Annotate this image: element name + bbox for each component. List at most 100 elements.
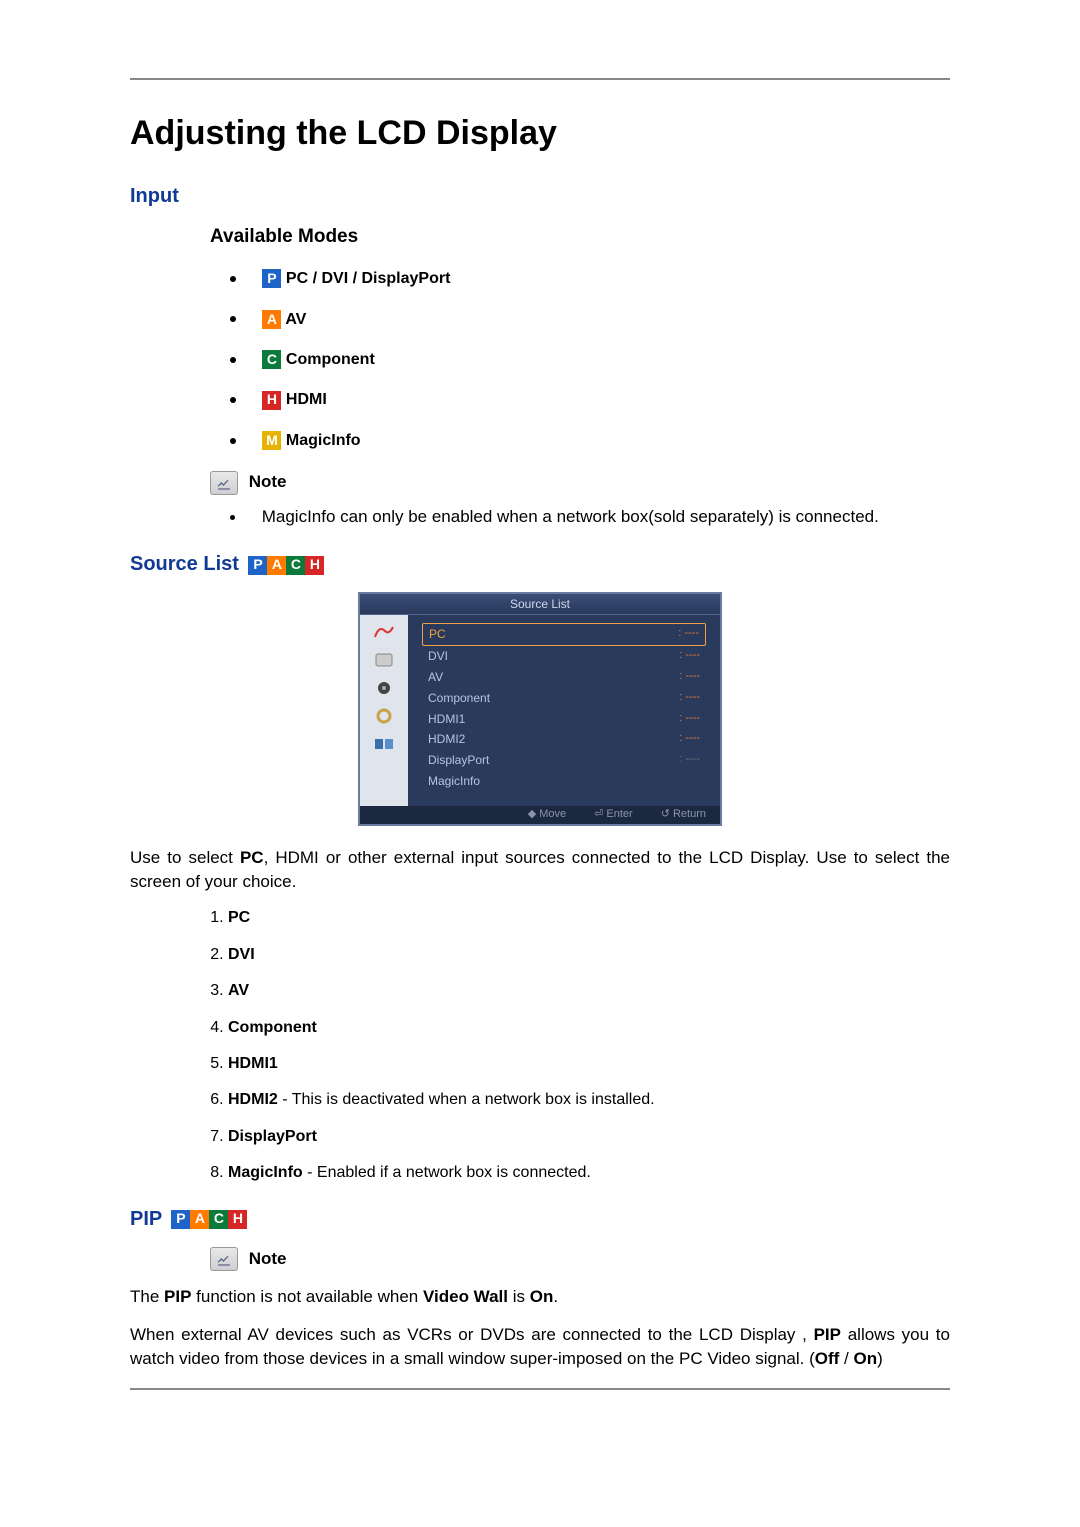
note-icon	[210, 471, 238, 495]
mode-badge-p-icon: P	[248, 556, 267, 575]
osd-main: PC: ---- DVI: ---- AV: ---- Component: -…	[408, 615, 720, 805]
text-bold: On	[853, 1349, 877, 1368]
osd-row: MagicInfo	[422, 771, 706, 792]
text: /	[839, 1349, 853, 1368]
note-text: MagicInfo can only be enabled when a net…	[262, 507, 879, 526]
text: )	[877, 1349, 883, 1368]
section-pip-label: PIP	[130, 1208, 162, 1230]
item-lead: Component	[228, 1019, 317, 1036]
note-label: Note	[249, 1249, 287, 1268]
list-item: MagicInfo - Enabled if a network box is …	[228, 1162, 950, 1184]
text-bold: PIP	[814, 1325, 841, 1344]
osd-picture-icon	[370, 649, 398, 671]
osd-row-label: DisplayPort	[428, 752, 489, 769]
list-item: Component	[228, 1017, 950, 1039]
osd-sound-icon	[370, 677, 398, 699]
section-input: Input	[130, 182, 950, 210]
note-icon	[210, 1247, 238, 1271]
osd-row: AV : ----	[422, 667, 706, 688]
page: Adjusting the LCD Display Input Availabl…	[0, 0, 1080, 1488]
osd-row-value: : ----	[679, 690, 700, 707]
osd-row: PC: ----	[422, 623, 706, 646]
text-bold: PIP	[164, 1287, 191, 1306]
mode-component: C Component	[230, 349, 950, 371]
list-item: DVI	[228, 944, 950, 966]
section-pip: PIP P A C H	[130, 1205, 950, 1233]
content: Adjusting the LCD Display Input Availabl…	[0, 110, 1080, 1370]
item-lead: HDMI1	[228, 1055, 278, 1072]
text: The	[130, 1287, 164, 1306]
mode-magicinfo: M MagicInfo	[230, 430, 950, 452]
item-lead: DisplayPort	[228, 1128, 317, 1145]
mode-icons: P A C H	[248, 556, 324, 575]
source-ordered-list: PC DVI AV Component HDMI1 HDMI2 - This i…	[228, 907, 950, 1184]
text-bold: Video Wall	[423, 1287, 508, 1306]
text-bold: Off	[815, 1349, 840, 1368]
bullet-icon	[230, 438, 236, 444]
mode-badge-c-icon: C	[286, 556, 305, 575]
text-bold: On	[530, 1287, 554, 1306]
note-item: MagicInfo can only be enabled when a net…	[230, 505, 950, 529]
osd-nav-return: ↺ Return	[661, 807, 706, 822]
pip-note-1: The PIP function is not available when V…	[130, 1285, 950, 1309]
mode-badge-p-icon: P	[262, 269, 281, 288]
mode-badge-h-icon: H	[262, 391, 281, 410]
item-rest: - This is deactivated when a network box…	[278, 1091, 655, 1108]
osd-input-icon	[370, 621, 398, 643]
pip-body: When external AV devices such as VCRs or…	[130, 1323, 950, 1371]
mode-label: Component	[286, 351, 375, 368]
note-heading: Note	[210, 470, 950, 495]
osd-row-value: : ----	[679, 731, 700, 748]
mode-badge-a-icon: A	[267, 556, 286, 575]
mode-badge-m-icon: M	[262, 431, 281, 450]
bullet-icon	[230, 515, 235, 520]
mode-badge-p-icon: P	[171, 1210, 190, 1229]
osd-row: HDMI1: ----	[422, 709, 706, 730]
osd-sidebar	[360, 615, 408, 805]
osd-row-label: DVI	[428, 648, 448, 665]
note-heading: Note	[210, 1247, 950, 1272]
osd-row-value: : ----	[679, 648, 700, 665]
osd-row: HDMI2 : ----	[422, 729, 706, 750]
list-item: AV	[228, 980, 950, 1002]
osd-row-label: MagicInfo	[428, 773, 480, 790]
page-title: Adjusting the LCD Display	[130, 110, 950, 158]
text-bold: PC	[240, 848, 264, 867]
bullet-icon	[230, 397, 236, 403]
osd-row-value: : ----	[679, 669, 700, 686]
osd-screenshot: Source List PC: ---- DVI: ---- AV: ---- …	[358, 592, 722, 825]
mode-label: PC / DVI / DisplayPort	[286, 270, 450, 287]
mode-badge-c-icon: C	[262, 350, 281, 369]
text: Use to select	[130, 848, 240, 867]
osd-row-value: : ----	[679, 711, 700, 728]
section-available-modes: Available Modes	[210, 224, 950, 251]
mode-icons: P A C H	[171, 1210, 247, 1229]
bottom-rule	[130, 1388, 950, 1390]
item-lead: AV	[228, 982, 249, 999]
bullet-icon	[230, 276, 236, 282]
osd-row-label: AV	[428, 669, 443, 686]
top-rule	[130, 78, 950, 80]
section-source-list-label: Source List	[130, 553, 239, 575]
osd-setup-icon	[370, 705, 398, 727]
mode-badge-h-icon: H	[305, 556, 324, 575]
mode-badge-h-icon: H	[228, 1210, 247, 1229]
mode-label: HDMI	[286, 391, 327, 408]
section-source-list: Source List P A C H	[130, 550, 950, 578]
osd-row-value: : ----	[678, 626, 699, 643]
list-item: HDMI2 - This is deactivated when a netwo…	[228, 1089, 950, 1111]
mode-label: MagicInfo	[286, 432, 361, 449]
osd-body: PC: ---- DVI: ---- AV: ---- Component: -…	[360, 615, 720, 805]
item-lead: PC	[228, 909, 250, 926]
text: When external AV devices such as VCRs or…	[130, 1325, 814, 1344]
note-label: Note	[249, 472, 287, 491]
osd-row-label: HDMI2	[428, 731, 465, 748]
bullet-icon	[230, 357, 236, 363]
osd-title: Source List	[360, 594, 720, 615]
mode-badge-a-icon: A	[262, 310, 281, 329]
text: .	[553, 1287, 558, 1306]
osd-nav: ◆ Move ⏎ Enter ↺ Return	[360, 806, 720, 824]
osd-nav-move: ◆ Move	[528, 807, 566, 822]
item-lead: DVI	[228, 946, 255, 963]
list-item: DisplayPort	[228, 1126, 950, 1148]
